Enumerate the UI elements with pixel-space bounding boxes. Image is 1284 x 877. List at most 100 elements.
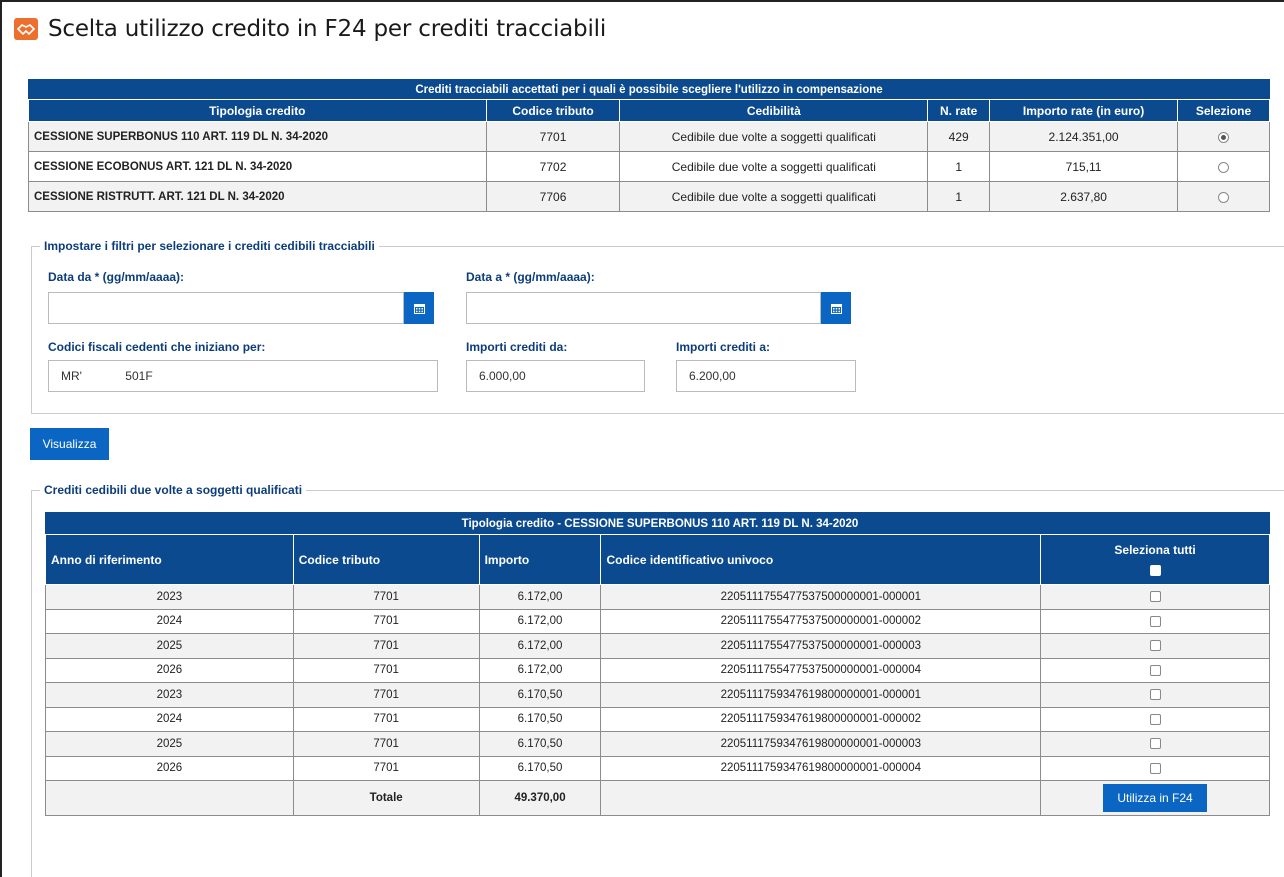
- cell-anno: 2026: [45, 657, 294, 683]
- cell-codice: 7701: [292, 657, 480, 683]
- cell-importo: 6.170,50: [478, 706, 602, 732]
- col-header-seleziona-tutti: Seleziona tutti: [1040, 534, 1270, 585]
- cell-codice: 7701: [292, 682, 480, 708]
- col-header: Selezione: [1177, 99, 1270, 122]
- row-checkbox[interactable]: [1149, 664, 1161, 676]
- cell-importo: 715,11: [989, 151, 1178, 182]
- cell-id: 2205111759347619800000001-000001: [600, 682, 1042, 708]
- col-header: Cedibilità: [619, 99, 929, 122]
- cell-select: [1040, 608, 1270, 634]
- cell-selezione: [1177, 121, 1270, 152]
- cell-rate: 1: [927, 181, 991, 212]
- cell-codice: 7701: [292, 706, 480, 732]
- cell-rate: 429: [927, 121, 991, 152]
- cell-tipologia: CESSIONE ECOBONUS ART. 121 DL N. 34-2020: [28, 151, 487, 182]
- cell-codice: 7701: [292, 584, 480, 610]
- cell-anno: 2026: [45, 755, 294, 781]
- data-da-label: Data da * (gg/mm/aaaa):: [48, 270, 185, 284]
- table-row: 2023 7701 6.170,50 220511175934761980000…: [45, 682, 1270, 708]
- cell-select: [1040, 706, 1270, 732]
- table-caption: Tipologia credito - CESSIONE SUPERBONUS …: [45, 512, 1270, 535]
- data-a-input[interactable]: [466, 292, 821, 324]
- col-header: Anno di riferimento: [45, 534, 294, 585]
- cell-select: [1040, 731, 1270, 757]
- data-da-calendar-button[interactable]: [404, 292, 434, 324]
- cell-codice: 7702: [485, 151, 621, 182]
- totale-value: 49.370,00: [478, 780, 602, 816]
- row-checkbox[interactable]: [1149, 640, 1161, 652]
- table-row: 2023 7701 6.172,00 220511175547753750000…: [45, 584, 1270, 610]
- importi-a-label: Importi crediti a:: [676, 340, 771, 354]
- row-checkbox[interactable]: [1149, 615, 1161, 627]
- cell-importo: 2.637,80: [989, 181, 1178, 212]
- importi-a-input[interactable]: 6.200,00: [676, 360, 856, 392]
- totale-label: Totale: [292, 780, 480, 816]
- table-row: 2024 7701 6.172,00 220511175547753750000…: [45, 608, 1270, 634]
- cell-importo: 6.172,00: [478, 608, 602, 634]
- row-checkbox[interactable]: [1149, 738, 1161, 750]
- col-header: Importo rate (in euro): [989, 99, 1178, 122]
- cell-codice: 7701: [292, 608, 480, 634]
- cell-id: 2205111755477537500000001-000002: [600, 608, 1042, 634]
- select-all-checkbox[interactable]: [1149, 564, 1161, 576]
- table-row: CESSIONE SUPERBONUS 110 ART. 119 DL N. 3…: [28, 121, 1270, 152]
- table-row: 2026 7701 6.172,00 220511175547753750000…: [45, 657, 1270, 683]
- selection-radio[interactable]: [1218, 161, 1229, 173]
- selection-radio[interactable]: [1218, 191, 1229, 203]
- cell-codice: 7706: [485, 181, 621, 212]
- col-header: Tipologia credito: [28, 99, 487, 122]
- importi-da-label: Importi crediti da:: [466, 340, 568, 354]
- table-row: 2024 7701 6.170,50 220511175934761980000…: [45, 706, 1270, 732]
- cell-select: [1040, 584, 1270, 610]
- importi-da-input[interactable]: 6.000,00: [466, 360, 645, 392]
- cell-importo: 6.172,00: [478, 633, 602, 659]
- selection-radio[interactable]: [1218, 131, 1229, 143]
- cell-select: [1040, 682, 1270, 708]
- cell-id: 2205111755477537500000001-000001: [600, 584, 1042, 610]
- seleziona-tutti-label: Seleziona tutti: [1114, 542, 1196, 557]
- cell-importo: 6.170,50: [478, 755, 602, 781]
- cell-selezione: [1177, 151, 1270, 182]
- col-header: N. rate: [927, 99, 991, 122]
- cell-empty: [600, 780, 1042, 816]
- utilizza-in-f24-button[interactable]: Utilizza in F24: [1103, 784, 1208, 812]
- cell-anno: 2024: [45, 608, 294, 634]
- col-header: Codice tributo: [292, 534, 480, 585]
- cell-id: 2205111755477537500000001-000003: [600, 633, 1042, 659]
- calendar-icon: [413, 303, 425, 314]
- table-row: CESSIONE RISTRUTT. ART. 121 DL N. 34-202…: [28, 181, 1270, 212]
- cell-select: [1040, 633, 1270, 659]
- cell-codice: 7701: [292, 731, 480, 757]
- crediti-tracciabili-table: Crediti tracciabili accettati per i qual…: [28, 79, 1270, 212]
- codici-fiscali-label: Codici fiscali cedenti che iniziano per:: [48, 340, 266, 354]
- cell-select: [1040, 657, 1270, 683]
- cell-id: 2205111759347619800000001-000004: [600, 755, 1042, 781]
- row-checkbox[interactable]: [1149, 762, 1161, 774]
- cell-importo: 6.170,50: [478, 682, 602, 708]
- visualizza-button[interactable]: Visualizza: [30, 428, 109, 460]
- cell-anno: 2025: [45, 731, 294, 757]
- table-row: CESSIONE ECOBONUS ART. 121 DL N. 34-2020…: [28, 151, 1270, 182]
- cell-utilizza: Utilizza in F24: [1040, 780, 1270, 816]
- cell-selezione: [1177, 181, 1270, 212]
- cell-codice: 7701: [485, 121, 621, 152]
- cell-importo: 6.172,00: [478, 657, 602, 683]
- data-da-input[interactable]: [48, 292, 404, 324]
- row-checkbox[interactable]: [1149, 689, 1161, 701]
- cell-cedibilita: Cedibile due volte a soggetti qualificat…: [619, 121, 929, 152]
- cell-anno: 2023: [45, 682, 294, 708]
- handshake-logo-icon: [14, 18, 38, 40]
- table-row: 2025 7701 6.172,00 220511175547753750000…: [45, 633, 1270, 659]
- data-a-calendar-button[interactable]: [821, 292, 851, 324]
- cell-tipologia: CESSIONE SUPERBONUS 110 ART. 119 DL N. 3…: [28, 121, 487, 152]
- row-checkbox[interactable]: [1149, 713, 1161, 725]
- cell-cedibilita: Cedibile due volte a soggetti qualificat…: [619, 151, 929, 182]
- cell-anno: 2025: [45, 633, 294, 659]
- col-header: Importo: [478, 534, 602, 585]
- crediti-cedibili-table: Tipologia credito - CESSIONE SUPERBONUS …: [45, 512, 1270, 816]
- row-checkbox[interactable]: [1149, 591, 1161, 603]
- col-header: Codice identificativo univoco: [600, 534, 1042, 585]
- crediti-cedibili-legend: Crediti cedibili due volte a soggetti qu…: [40, 483, 307, 497]
- data-a-label: Data a * (gg/mm/aaaa):: [466, 270, 595, 284]
- codici-fiscali-input[interactable]: MR' 501F: [48, 360, 438, 392]
